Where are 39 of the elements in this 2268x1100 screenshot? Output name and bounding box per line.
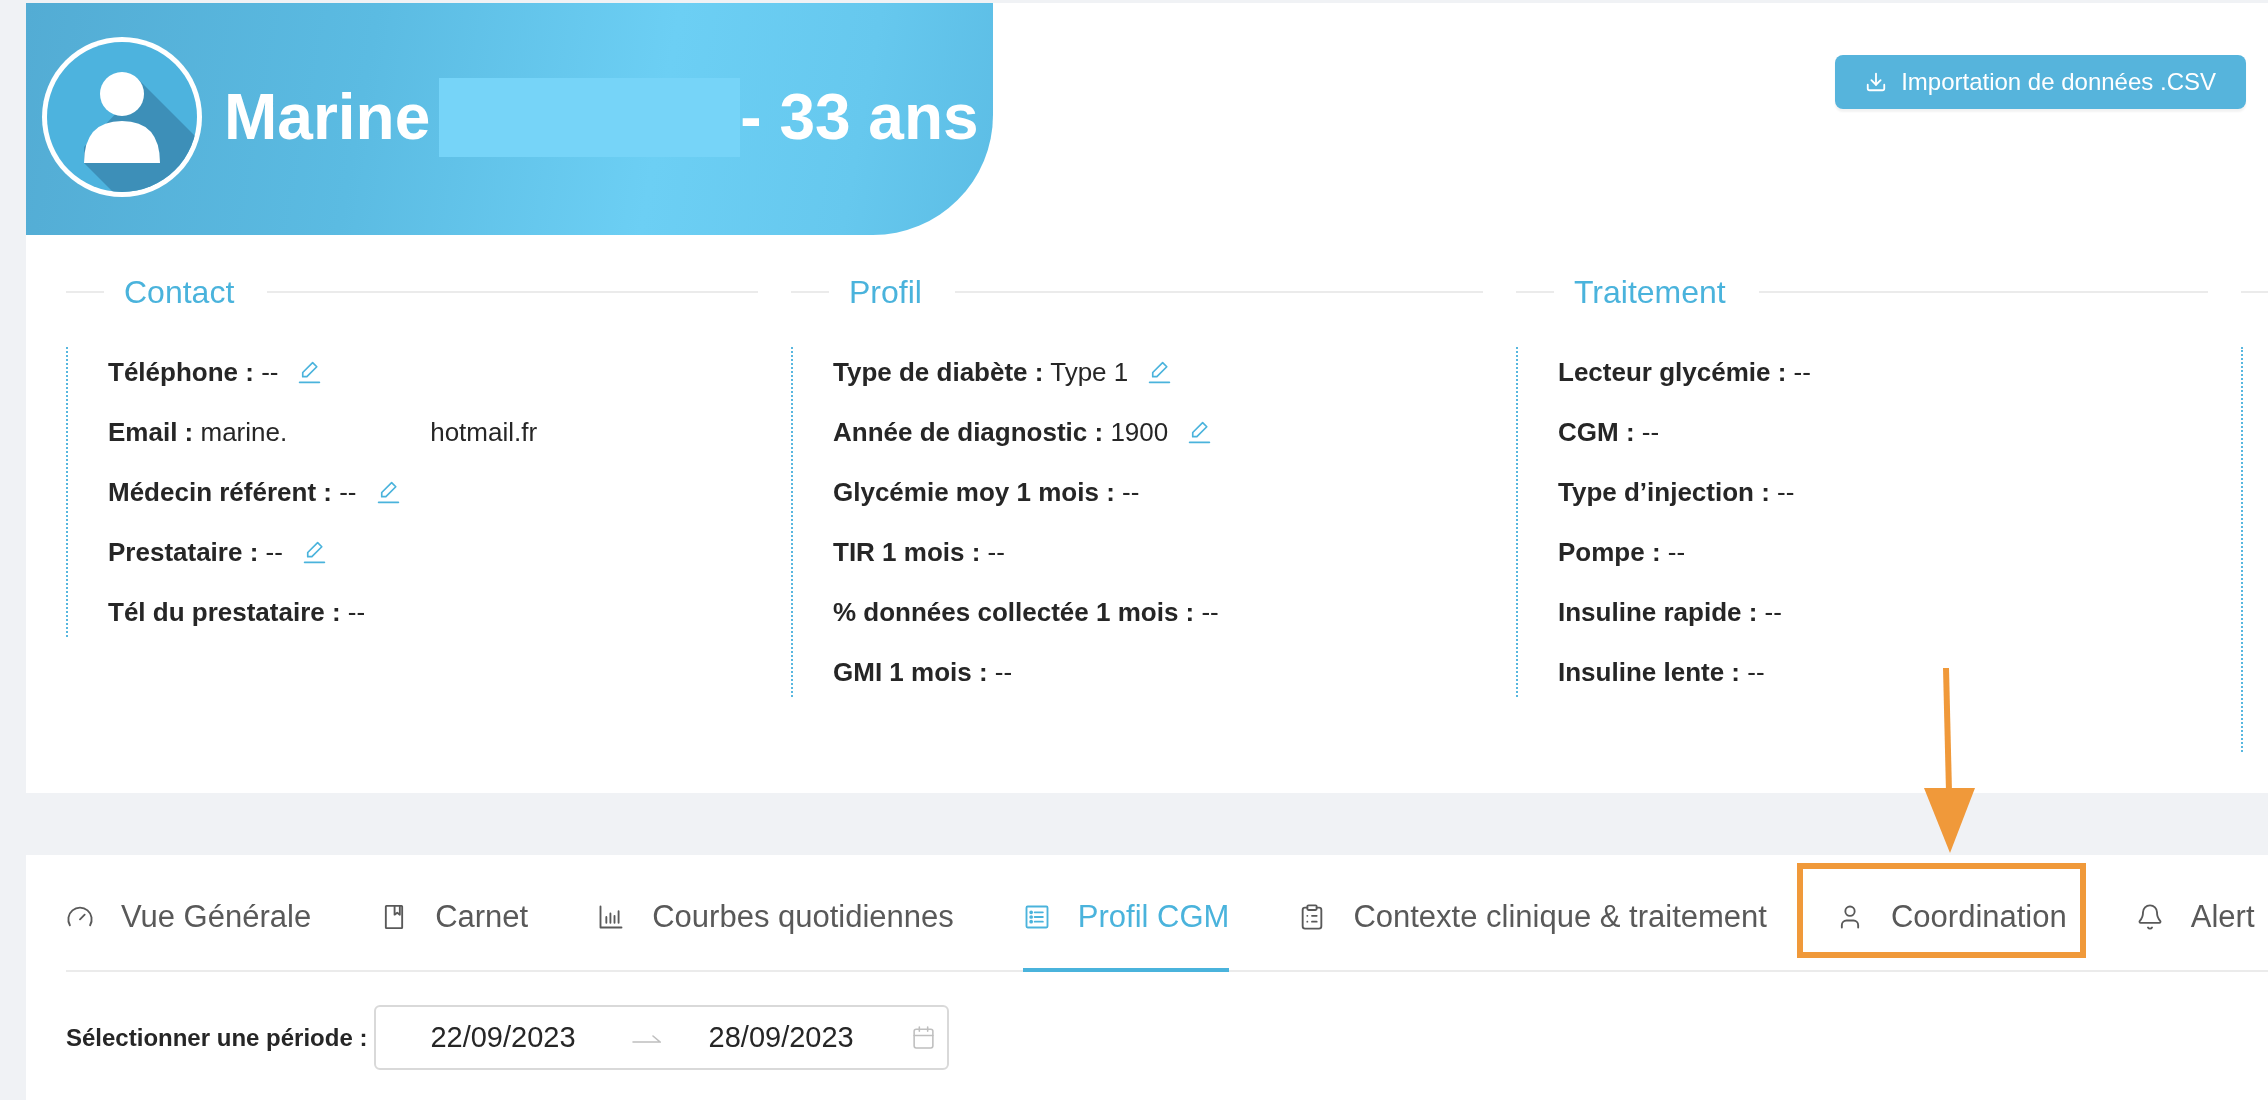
- edit-icon[interactable]: [1187, 419, 1213, 445]
- field-text: % données collectée 1 mois : --: [833, 596, 1219, 628]
- tab[interactable]: Courbes quotidiennes: [597, 855, 954, 972]
- edit-icon[interactable]: [297, 359, 323, 385]
- field-text: Prestataire : --: [108, 536, 283, 568]
- field-text: Lecteur glycémie : --: [1558, 356, 1811, 388]
- field-text: Pompe : --: [1558, 536, 1686, 568]
- edit-icon[interactable]: [301, 539, 327, 565]
- patient-name: Marine: [224, 85, 431, 149]
- patient-age: - 33 ans: [740, 85, 979, 149]
- tab[interactable]: Carnet: [380, 855, 529, 972]
- field-text: GMI 1 mois : --: [833, 656, 1013, 688]
- field-text: Type de diabète : Type 1: [833, 356, 1129, 388]
- section-title: Traitement: [1574, 273, 1726, 312]
- edit-icon[interactable]: [375, 479, 401, 505]
- field-text: TIR 1 mois : --: [833, 536, 1005, 568]
- tab[interactable]: Coordination: [1835, 855, 2067, 972]
- field-text: Glycémie moy 1 mois : --: [833, 476, 1140, 508]
- tab[interactable]: Contexte clinique & traitement: [1298, 855, 1767, 972]
- field-text: Insuline lente : --: [1558, 656, 1765, 688]
- tab[interactable]: Vue Générale: [66, 855, 312, 972]
- period-label: Sélectionner une période :: [66, 1023, 368, 1052]
- field-text: Email : marine.: [108, 416, 288, 448]
- date-range-picker[interactable]: 22/09/2023 28/09/2023: [374, 1005, 950, 1070]
- tab[interactable]: Alert: [2135, 855, 2255, 972]
- field-text: CGM : --: [1558, 416, 1660, 448]
- download-icon: [1865, 71, 1888, 93]
- field-text: Tél du prestataire : --: [108, 596, 366, 628]
- section-title: Contact: [124, 273, 235, 312]
- section-title: Profil: [849, 273, 922, 312]
- user-avatar-icon: [42, 37, 202, 197]
- calendar-icon: [910, 1025, 936, 1050]
- field-text: Année de diagnostic : 1900: [833, 416, 1169, 448]
- field-text: Type d’injection : --: [1558, 476, 1795, 508]
- field-text: Téléphone : --: [108, 356, 279, 388]
- field-text: hotmail.fr: [430, 416, 538, 448]
- field-text: Insuline rapide : --: [1558, 596, 1782, 628]
- field-text: Médecin référent : --: [108, 476, 357, 508]
- edit-icon[interactable]: [1147, 359, 1173, 385]
